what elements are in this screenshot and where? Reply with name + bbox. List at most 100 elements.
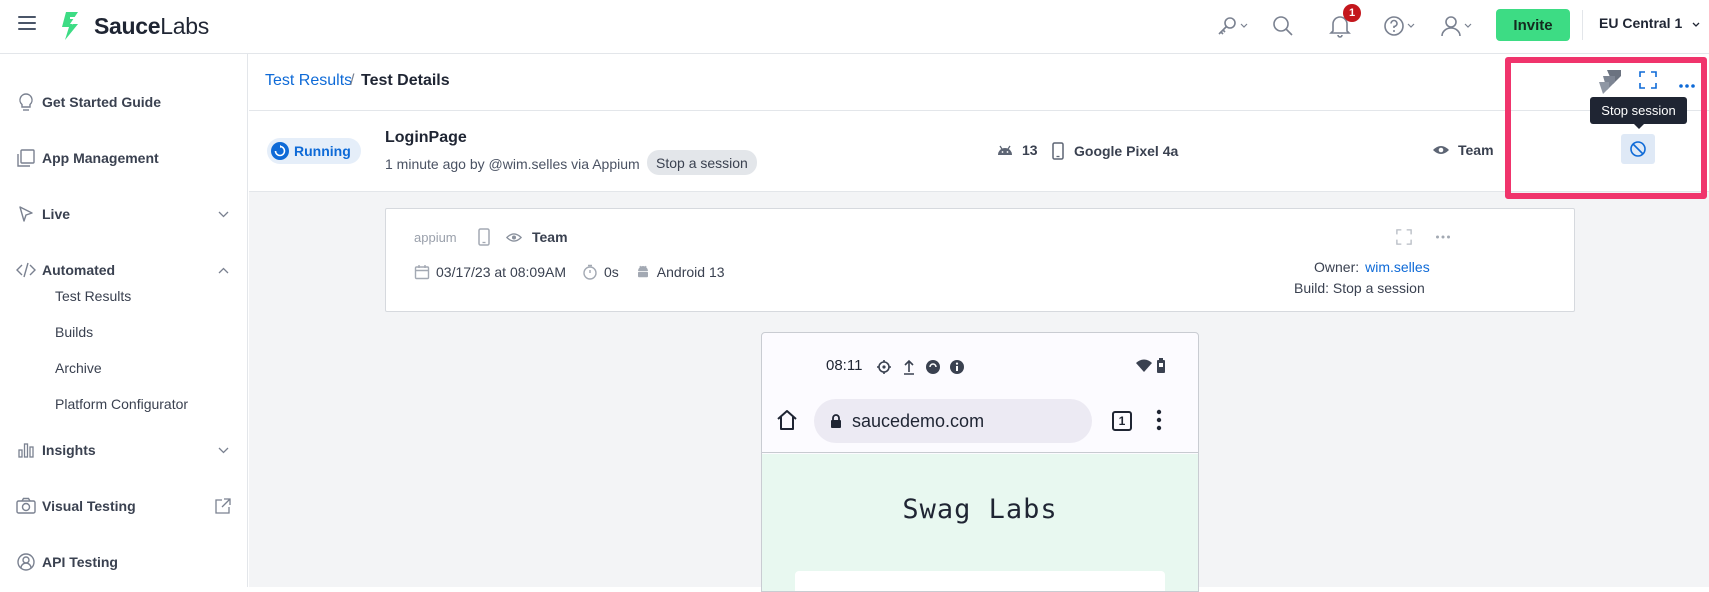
sidebar-subitem-archive[interactable]: Archive [55,360,102,376]
region-selector[interactable]: EU Central 1 [1599,15,1700,31]
os-version-text: 13 [1022,142,1038,158]
device-name: Google Pixel 4a [1052,142,1178,160]
card-duration: 0s [582,264,619,280]
breadcrumb-separator: / [350,72,355,89]
main-content: Test Results / Test Details Running Logi… [249,54,1709,592]
notification-count-badge: 1 [1343,4,1361,22]
card-visibility-text: Team [532,229,568,245]
running-spinner-icon [271,142,289,160]
user-account-icon[interactable] [1440,11,1472,41]
battery-icon [1157,358,1165,373]
swag-labs-title: Swag Labs [902,494,1058,525]
browser-toolbar: saucedemo.com 1 [762,393,1198,453]
card-expand-icon[interactable] [1396,229,1412,250]
android-icon [637,265,648,278]
sidebar-item-api-testing[interactable]: API Testing [0,542,247,582]
build-tag[interactable]: Stop a session [647,150,757,175]
home-icon[interactable] [776,409,798,431]
info-icon [950,360,964,374]
build-info: Build: Stop a session [1294,280,1425,296]
sidebar-subitem-builds[interactable]: Builds [55,324,93,340]
tab-count-button[interactable]: 1 [1112,411,1132,431]
jira-icon[interactable] [1597,68,1623,99]
breadcrumb: Test Results / Test Details [249,54,1709,111]
page-title: Test Details [361,72,450,89]
sidebar-item-label: API Testing [42,554,118,570]
stop-session-button[interactable] [1621,134,1655,164]
browser-address-bar[interactable]: saucedemo.com [814,399,1092,443]
test-name: LoginPage [385,129,467,146]
cursor-pointer-icon [16,204,36,224]
sidebar-item-insights[interactable]: Insights [0,430,247,470]
sidebar-item-visual-testing[interactable]: Visual Testing [0,486,247,526]
sidebar-item-label: Visual Testing [42,498,136,514]
eye-icon [506,232,522,242]
sidebar-item-automated[interactable]: Automated [0,250,247,290]
wifi-icon [1136,359,1152,372]
card-date: 03/17/23 at 08:09AM [414,264,566,280]
sidebar-item-live[interactable]: Live [0,194,247,234]
gear-icon [877,360,891,374]
upload-icon [904,359,914,375]
api-icon [16,552,36,572]
web-page-content: Swag Labs [762,454,1198,591]
kebab-menu-icon[interactable] [1156,409,1162,431]
sidebar-subitem-test-results[interactable]: Test Results [55,288,131,304]
visibility-indicator: Team [1432,142,1494,158]
top-bar: SauceLabs 1 Invite EU Central 1 [0,0,1709,54]
card-duration-text: 0s [604,264,619,280]
owner-link[interactable]: wim.selles [1365,259,1430,275]
fullscreen-icon[interactable] [1639,71,1657,94]
app-management-icon [16,148,36,168]
phone-clock: 08:11 [826,357,863,374]
owner-info: Owner: wim.selles [1314,259,1430,275]
status-text: Running [294,143,351,159]
sidebar-item-get-started-guide[interactable]: Get Started Guide [0,82,247,122]
test-detail-card: appium Team 03/17/23 at 08:09AM 0s Andro… [385,208,1575,312]
sidebar-item-label: App Management [42,150,159,166]
framework-label: appium [414,230,457,245]
calendar-icon [414,265,430,280]
chevron-down-icon [1692,22,1700,27]
sidebar-item-label: Live [42,206,71,222]
sidebar-item-app-management[interactable]: App Management [0,138,247,178]
breadcrumb-test-results-link[interactable]: Test Results [265,72,352,90]
card-visibility: Team [478,228,568,246]
test-meta: 1 minute ago by @wim.selles via Appium [385,156,640,172]
android-icon [998,145,1012,155]
invite-button[interactable]: Invite [1496,9,1570,41]
logo-text: SauceLabs [94,12,209,39]
chevron-down-icon [218,211,229,217]
more-options-icon[interactable] [1678,76,1696,94]
block-icon [1630,141,1646,157]
card-more-options-icon[interactable] [1435,229,1451,250]
topbar-divider [1582,10,1583,40]
menu-icon[interactable] [18,16,36,32]
sidebar-subitem-platform-configurator[interactable]: Platform Configurator [55,396,188,412]
external-link-icon [215,498,231,514]
sidebar: Get Started Guide App Management Live Au… [0,54,248,587]
search-icon[interactable] [1272,11,1294,41]
card-date-text: 03/17/23 at 08:09AM [436,264,566,280]
phone-status-bar: 08:11 [762,333,1198,393]
device-text: Google Pixel 4a [1074,143,1179,159]
mobile-phone-icon [1052,142,1064,160]
stop-session-tooltip: Stop session [1590,97,1687,129]
bar-chart-icon [16,440,36,460]
os-version: 13 [996,142,1038,158]
browser-url: saucedemo.com [852,410,985,431]
test-summary-row: Running LoginPage 1 minute ago by @wim.s… [249,111,1709,192]
lightbulb-icon [16,92,36,112]
key-icon[interactable] [1216,11,1248,41]
chevron-down-icon [218,447,229,453]
card-platform: Android 13 [635,264,725,280]
owner-label: Owner: [1314,259,1360,275]
stopwatch-icon [583,264,597,280]
code-icon [16,260,36,280]
saucelabs-logo[interactable]: SauceLabs [56,9,209,43]
device-screen[interactable]: 08:11 saucedemo.com 1 Swag Labs [761,332,1199,592]
sidebar-item-label: Insights [42,442,96,458]
help-icon[interactable] [1383,11,1415,41]
card-details: 03/17/23 at 08:09AM 0s Android 13 [414,264,741,280]
sync-icon [926,360,940,374]
